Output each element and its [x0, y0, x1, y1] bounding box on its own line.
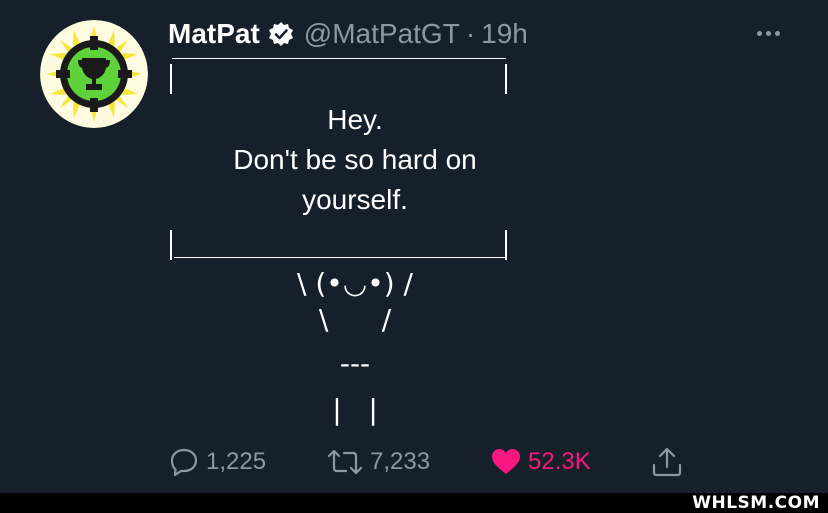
reply-icon: [170, 448, 198, 477]
sign-top-border: [172, 58, 506, 59]
retweet-icon: [327, 449, 363, 475]
like-button[interactable]: 52.3K: [490, 440, 591, 484]
tweet-text-line: Don't be so hard on: [233, 144, 477, 175]
reply-button[interactable]: 1,225: [168, 440, 266, 484]
reply-count: 1,225: [206, 448, 267, 475]
tweet-header: MatPat @MatPatGT · 19h: [168, 14, 528, 54]
sign-right-edge: [505, 64, 507, 94]
tweet-timestamp[interactable]: 19h: [481, 18, 528, 50]
share-icon: [652, 447, 682, 477]
avatar[interactable]: [40, 20, 148, 128]
watermark-text: WHLSM.COM: [692, 493, 820, 513]
author-handle[interactable]: @MatPatGT: [304, 18, 460, 50]
game-theory-logo-icon: [40, 20, 148, 128]
separator-dot: ·: [465, 18, 476, 49]
verified-badge-icon: [268, 21, 294, 47]
more-options-icon[interactable]: [748, 20, 788, 46]
ascii-art-line: | |: [332, 393, 378, 426]
tweet-text-line: yourself.: [302, 184, 408, 215]
tweet-action-bar: 1,225 7,233 52.3K: [0, 440, 828, 484]
heart-icon: [492, 449, 520, 474]
ascii-art-line: \ /: [318, 303, 392, 336]
sign-bottom-border: [174, 257, 505, 258]
retweet-count: 7,233: [370, 448, 431, 475]
author-name[interactable]: MatPat: [168, 18, 260, 50]
like-count: 52.3K: [528, 448, 591, 475]
share-button[interactable]: [650, 440, 684, 484]
retweet-button[interactable]: 7,233: [326, 440, 430, 484]
ascii-art-line: \ (•◡•) /: [297, 267, 413, 300]
watermark-bar: WHLSM.COM: [0, 493, 828, 513]
ascii-art-line: ---: [339, 347, 371, 380]
sign-right-edge: [505, 230, 507, 260]
sign-left-edge: [170, 64, 172, 94]
tweet-text-line: Hey.: [327, 104, 383, 135]
sign-left-edge: [170, 230, 172, 260]
